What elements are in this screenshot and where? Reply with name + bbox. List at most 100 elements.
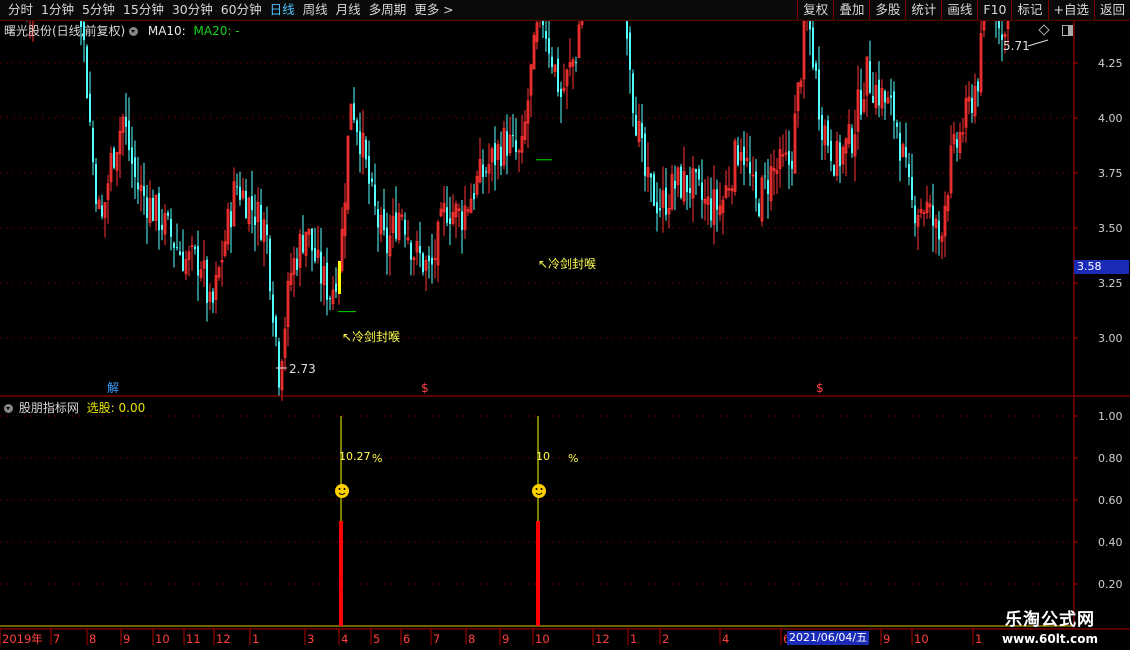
chart-canvas[interactable]: 5.505.255.004.754.504.254.003.753.503.25…	[0, 0, 1130, 650]
toolbar-button-8[interactable]: 返回	[1093, 0, 1130, 20]
candle-body	[656, 202, 658, 214]
candle-body	[275, 316, 277, 337]
x-tick-label: 1	[975, 632, 982, 646]
candle-body	[383, 208, 385, 231]
candle-body	[128, 120, 130, 151]
tab-6[interactable]: 日线	[266, 2, 299, 18]
candle-body	[146, 197, 148, 218]
candle-body	[557, 58, 559, 92]
candle-body	[473, 193, 475, 200]
candle-body	[971, 97, 973, 113]
candle-body	[716, 189, 718, 210]
candle-body	[359, 131, 361, 155]
candle-body	[653, 174, 655, 206]
candle-body	[650, 173, 652, 178]
tab-2[interactable]: 5分钟	[78, 2, 119, 18]
toolbar-button-2[interactable]: 多股	[869, 0, 905, 20]
candle-body	[125, 116, 127, 127]
candle-body	[422, 253, 424, 273]
candle-body	[230, 211, 232, 228]
candle-body	[815, 63, 817, 71]
candle-body	[92, 127, 94, 163]
diamond-icon[interactable]	[1038, 24, 1050, 36]
candle-body	[755, 171, 757, 199]
signal-unit-label: %	[568, 452, 578, 465]
tab-1[interactable]: 1分钟	[37, 2, 78, 18]
tab-10[interactable]: 更多 >	[410, 2, 457, 18]
candle-body	[461, 211, 463, 230]
candle-body	[551, 56, 553, 67]
x-tick-label: 10	[535, 632, 550, 646]
candle-body	[860, 90, 862, 115]
candle-body	[812, 27, 814, 68]
candle-body	[404, 219, 406, 235]
toolbar-button-0[interactable]: 复权	[797, 0, 833, 20]
candle-body	[680, 166, 682, 198]
tab-4[interactable]: 30分钟	[168, 2, 217, 18]
indicator-title-row: 股朋指标网 选股: 0.00	[4, 399, 145, 415]
dropdown-circle-icon[interactable]	[129, 27, 139, 36]
tab-5[interactable]: 60分钟	[217, 2, 266, 18]
candle-body	[251, 196, 253, 211]
candle-body	[635, 115, 637, 136]
x-tick-label: 10	[914, 632, 929, 646]
candle-body	[884, 91, 886, 103]
toolbar-button-1[interactable]: 叠加	[833, 0, 869, 20]
y-tick-label: 3.50	[1098, 222, 1123, 235]
candle-body	[767, 179, 769, 195]
candle-body	[353, 103, 355, 121]
candle-body	[515, 140, 517, 153]
toolbar-button-7[interactable]: +自选	[1047, 0, 1094, 20]
candle-body	[818, 69, 820, 120]
x-tick-label: 1	[252, 632, 259, 646]
tab-8[interactable]: 月线	[332, 2, 365, 18]
candle-body	[197, 246, 199, 276]
candle-body	[890, 95, 892, 98]
toolbar-button-6[interactable]: 标记	[1011, 0, 1047, 20]
candle-body	[101, 205, 103, 217]
signal-bar	[536, 521, 540, 626]
candle-body	[869, 61, 871, 93]
x-tick-label: 8	[468, 632, 475, 646]
x-tick-label: 10	[155, 632, 170, 646]
dropdown-circle-icon[interactable]	[4, 404, 13, 413]
candle-body	[641, 123, 643, 138]
signal-unit-label: %	[372, 452, 382, 465]
signal-annotation: ↖冷剑封喉	[538, 256, 596, 271]
toolbar-button-5[interactable]: F10	[977, 0, 1011, 20]
candle-body	[428, 255, 430, 262]
candle-body	[545, 31, 547, 39]
x-tick-label: 12	[595, 632, 610, 646]
tab-0[interactable]: 分时	[4, 2, 37, 18]
candle-body	[386, 227, 388, 254]
tab-7[interactable]: 周线	[299, 2, 332, 18]
x-tick-label: 6	[403, 632, 410, 646]
tab-9[interactable]: 多周期	[365, 2, 411, 18]
dollar-marker: $	[421, 381, 429, 395]
candle-body	[512, 135, 514, 137]
candle-body	[977, 81, 979, 92]
tab-3[interactable]: 15分钟	[119, 2, 168, 18]
panel-toggle-icon[interactable]	[1061, 25, 1073, 36]
x-tick-label: 4	[722, 632, 729, 646]
candle-body	[368, 155, 370, 184]
indicator-value: 选股: 0.00	[86, 401, 146, 415]
toolbar-buttons: 复权 叠加 多股 统计 画线 F10 标记 +自选 返回	[797, 0, 1130, 20]
candle-body	[311, 228, 313, 251]
period-tabs: 分时 1分钟 5分钟 15分钟 30分钟 60分钟 日线 周线 月线 多周期 更多 >	[4, 2, 458, 18]
candle-body	[956, 139, 958, 148]
toolbar-button-4[interactable]: 画线	[941, 0, 977, 20]
candle-body	[698, 168, 700, 180]
candle-body	[737, 145, 739, 166]
candle-body	[137, 182, 139, 190]
candle-body	[212, 291, 214, 303]
candle-body	[131, 147, 133, 164]
candle-body	[449, 218, 451, 225]
y-tick-label: 3.75	[1098, 167, 1123, 180]
toolbar-button-3[interactable]: 统计	[905, 0, 941, 20]
candle-body	[395, 212, 397, 239]
candle-body	[86, 46, 88, 99]
current-price-tag: 3.58	[1074, 260, 1129, 274]
signal-bar	[339, 521, 343, 626]
candle-body	[173, 243, 175, 248]
